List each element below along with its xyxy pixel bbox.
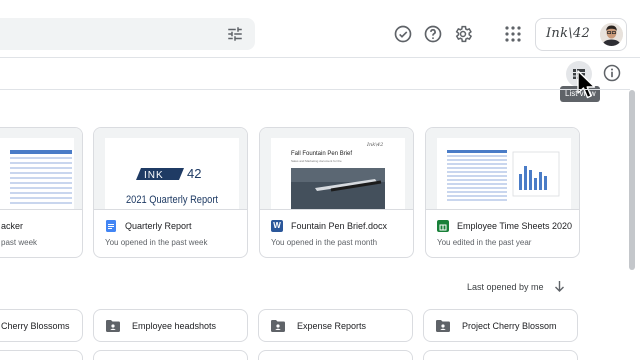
file-card[interactable]: acker past week	[0, 127, 83, 258]
thumb-number: 42	[187, 166, 201, 181]
file-title: Employee Time Sheets 2020	[457, 221, 573, 231]
folder-item[interactable]	[93, 350, 248, 360]
done-icon[interactable]	[393, 24, 413, 44]
file-title: acker	[1, 221, 24, 231]
folder-name: Cherry Blossoms	[1, 321, 70, 331]
file-subtitle: You opened in the past month	[271, 238, 378, 247]
header-divider	[0, 57, 640, 58]
thumb-heading: Fall Fountain Pen Brief	[291, 151, 352, 157]
folder-item[interactable]: Cherry Blossoms	[0, 309, 83, 342]
folder-item[interactable]: Project Cherry Blossom	[423, 309, 578, 342]
help-icon[interactable]	[423, 24, 443, 44]
folder-item[interactable]: Expense Reports	[258, 309, 413, 342]
shared-folder-icon	[271, 320, 285, 332]
file-card[interactable]: Employee Time Sheets 2020 You edited in …	[425, 127, 580, 258]
settings-icon[interactable]	[453, 24, 473, 44]
brand-logo: Ink\42	[546, 26, 591, 41]
apps-grid-icon[interactable]	[504, 25, 522, 43]
account-chip[interactable]: Ink\42	[535, 18, 627, 51]
file-subtitle: past week	[1, 238, 38, 247]
file-card[interactable]: INK 42 2021 Quarterly Report Quarterly R…	[93, 127, 248, 258]
word-icon: W	[271, 220, 283, 232]
sheets-icon	[437, 220, 449, 232]
mouse-pointer-icon	[577, 70, 596, 99]
file-thumbnail	[0, 128, 82, 210]
avatar[interactable]	[600, 23, 623, 46]
toolbar-divider	[0, 89, 630, 90]
file-card[interactable]: Ink\42 Fall Fountain Pen Brief Sales and…	[259, 127, 414, 258]
doc-preview: INK 42 2021 Quarterly Report	[105, 138, 239, 209]
folder-item[interactable]	[0, 350, 83, 360]
docs-icon	[106, 220, 116, 232]
file-subtitle: You edited in the past year	[437, 238, 532, 247]
sheet-preview	[437, 138, 571, 209]
file-thumbnail: Ink\42 Fall Fountain Pen Brief Sales and…	[260, 128, 413, 210]
shared-folder-icon	[106, 320, 120, 332]
thumb-subheading: Sales and Marketing document for the	[291, 159, 342, 163]
tune-icon[interactable]	[226, 25, 244, 43]
thumb-heading: 2021 Quarterly Report	[126, 194, 218, 206]
file-title: Fountain Pen Brief.docx	[291, 221, 388, 231]
file-subtitle: You opened in the past week	[105, 238, 208, 247]
folder-name: Expense Reports	[297, 321, 367, 331]
file-title: Quarterly Report	[125, 221, 192, 231]
file-thumbnail: INK 42 2021 Quarterly Report	[94, 128, 247, 210]
doc-preview: Ink\42 Fall Fountain Pen Brief Sales and…	[271, 138, 405, 209]
folder-item[interactable]	[423, 350, 578, 360]
sheet-preview	[0, 138, 74, 209]
scrollbar[interactable]	[629, 90, 635, 270]
thumb-logo: INK	[144, 170, 164, 181]
sort-label[interactable]: Last opened by me	[467, 282, 544, 292]
arrow-down-icon[interactable]	[554, 280, 565, 293]
search-bar[interactable]	[0, 18, 255, 50]
folder-name: Employee headshots	[132, 321, 217, 331]
folder-item[interactable]	[258, 350, 413, 360]
folder-name: Project Cherry Blossom	[462, 321, 557, 331]
info-icon[interactable]	[602, 63, 622, 83]
shared-folder-icon	[436, 320, 450, 332]
file-thumbnail	[426, 128, 579, 210]
drive-window: Ink\42 List view acker past week INK 42 …	[0, 0, 640, 360]
thumb-brand: Ink\42	[366, 142, 383, 148]
folder-item[interactable]: Employee headshots	[93, 309, 248, 342]
